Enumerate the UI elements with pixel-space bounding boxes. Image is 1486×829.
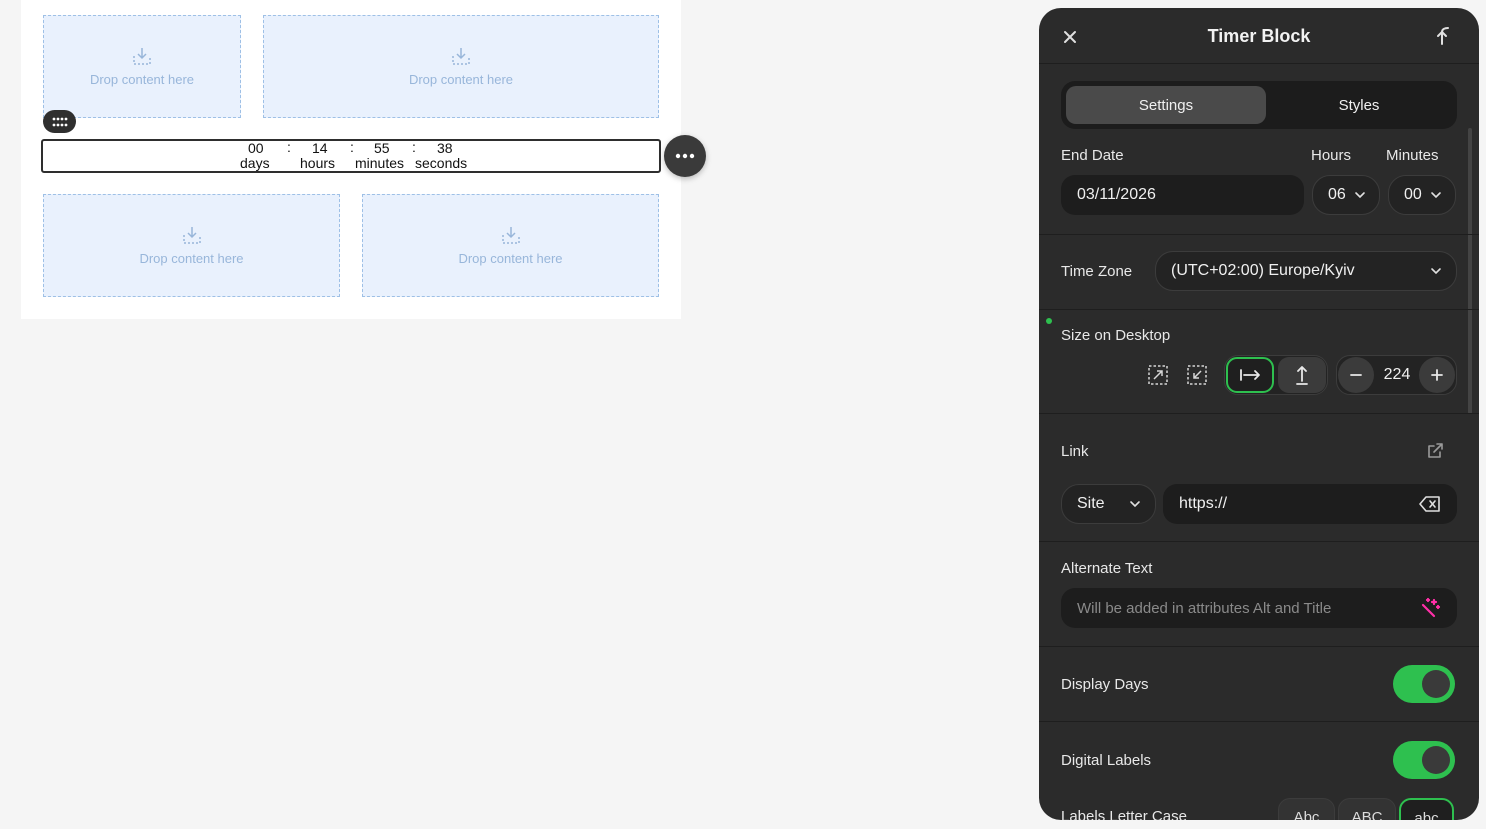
timer-days-value: 00	[248, 140, 264, 156]
end-date-label: End Date	[1061, 147, 1124, 164]
alt-text-input[interactable]: Will be added in attributes Alt and Titl…	[1061, 588, 1457, 628]
divider	[1039, 413, 1479, 414]
timer-days-label: days	[240, 155, 270, 171]
drop-zone[interactable]: Drop content here	[43, 194, 340, 297]
time-zone-label: Time Zone	[1061, 263, 1133, 280]
alt-text-label: Alternate Text	[1061, 560, 1153, 577]
drop-download-icon	[182, 227, 201, 244]
time-zone-select[interactable]: (UTC+02:00) Europe/Kyiv	[1155, 251, 1457, 291]
panel-scrollbar[interactable]	[1468, 128, 1472, 414]
timer-minutes-value: 55	[374, 140, 390, 156]
page-canvas: Drop content here Drop content here 00 :…	[21, 0, 706, 319]
minutes-value: 00	[1404, 186, 1422, 203]
letter-case-label: Labels Letter Case	[1061, 808, 1187, 820]
chevron-down-icon	[1430, 192, 1441, 199]
timer-seconds-label: seconds	[415, 155, 468, 171]
toggle-knob	[1422, 746, 1450, 774]
height-mode-button[interactable]	[1278, 357, 1326, 393]
chevron-down-icon	[1354, 192, 1365, 199]
size-mode-toggle	[1224, 355, 1328, 395]
tab-styles[interactable]: Styles	[1259, 86, 1459, 124]
size-value[interactable]: 224	[1375, 366, 1419, 384]
letter-case-lowercase[interactable]: abc	[1399, 798, 1454, 820]
timer-hours-label: hours	[300, 155, 336, 171]
fit-size-icon[interactable]	[1146, 363, 1170, 387]
hours-label: Hours	[1311, 147, 1352, 164]
minutes-select[interactable]: 00	[1388, 175, 1456, 215]
link-url-input[interactable]: https://	[1163, 484, 1457, 524]
tab-settings[interactable]: Settings	[1066, 86, 1266, 124]
block-more-button[interactable]	[664, 135, 706, 177]
timer-separator: :	[287, 139, 291, 155]
drag-grid-icon	[52, 117, 67, 126]
drop-download-icon	[501, 227, 520, 244]
drop-download-icon	[452, 48, 470, 65]
drop-download-icon	[133, 48, 151, 65]
digital-labels-toggle[interactable]	[1393, 741, 1455, 779]
drop-zone-label: Drop content here	[408, 72, 514, 87]
timer-separator: :	[350, 139, 354, 155]
drop-zone[interactable]: Drop content here	[43, 15, 241, 118]
size-increase-button[interactable]	[1419, 357, 1455, 393]
timer-block[interactable]: 00 : 14 : 55 : 38 days hours minutes sec…	[41, 139, 661, 173]
end-date-value: 03/11/2026	[1077, 186, 1156, 203]
end-date-input[interactable]: 03/11/2026	[1061, 175, 1304, 215]
divider	[1039, 541, 1479, 542]
link-url-placeholder: https://	[1179, 495, 1228, 512]
size-desktop-label: Size on Desktop	[1061, 327, 1171, 344]
more-dots-icon	[675, 153, 695, 159]
letter-case-uppercase[interactable]: ABC	[1338, 798, 1396, 820]
divider	[1039, 234, 1479, 235]
divider	[1039, 646, 1479, 647]
timer-separator: :	[412, 139, 416, 155]
settings-panel: Timer Block Settings Styles End Date Hou…	[1039, 8, 1479, 820]
timer-seconds-value: 38	[437, 140, 453, 156]
divider	[1039, 309, 1479, 310]
timer-hours-value: 14	[312, 140, 328, 156]
display-days-toggle[interactable]	[1393, 665, 1455, 703]
timer-minutes-label: minutes	[355, 155, 405, 171]
panel-title: Timer Block	[1207, 26, 1311, 46]
drag-handle[interactable]	[43, 110, 76, 133]
drop-zone[interactable]: Drop content here	[263, 15, 659, 118]
height-arrow-icon	[1296, 366, 1308, 385]
chevron-down-icon	[1130, 501, 1140, 508]
drop-zone-label: Drop content here	[139, 251, 244, 266]
minutes-label: Minutes	[1386, 147, 1439, 164]
minus-icon	[1350, 374, 1362, 376]
toggle-knob	[1422, 670, 1450, 698]
drop-zone[interactable]: Drop content here	[362, 194, 659, 297]
divider	[1039, 721, 1479, 722]
size-stepper: 224	[1336, 355, 1457, 395]
time-zone-value: (UTC+02:00) Europe/Kyiv	[1171, 262, 1355, 279]
width-arrow-icon	[1240, 369, 1260, 381]
drop-zone-label: Drop content here	[89, 72, 195, 87]
clear-input-icon[interactable]	[1419, 496, 1441, 512]
letter-case-capitalize[interactable]: Abc	[1278, 798, 1335, 820]
alt-text-placeholder: Will be added in attributes Alt and Titl…	[1077, 599, 1332, 617]
magic-wand-icon[interactable]	[1419, 597, 1441, 619]
panel-tabs: Settings Styles	[1061, 81, 1457, 129]
display-days-label: Display Days	[1061, 676, 1149, 693]
link-label: Link	[1061, 443, 1089, 460]
modified-indicator	[1046, 318, 1052, 324]
digital-labels-label: Digital Labels	[1061, 752, 1152, 769]
hours-select[interactable]: 06	[1312, 175, 1380, 215]
chevron-down-icon	[1431, 268, 1441, 275]
panel-header: Timer Block	[1039, 8, 1479, 64]
pin-icon[interactable]	[1433, 25, 1455, 47]
link-type-value: Site	[1077, 495, 1105, 512]
width-mode-button[interactable]	[1226, 357, 1274, 393]
link-type-select[interactable]: Site	[1061, 484, 1156, 524]
size-decrease-button[interactable]	[1338, 357, 1374, 393]
external-link-icon[interactable]	[1425, 441, 1445, 461]
shrink-size-icon[interactable]	[1185, 363, 1209, 387]
drop-zone-label: Drop content here	[458, 251, 563, 266]
plus-icon	[1431, 369, 1443, 381]
hours-value: 06	[1328, 186, 1346, 203]
